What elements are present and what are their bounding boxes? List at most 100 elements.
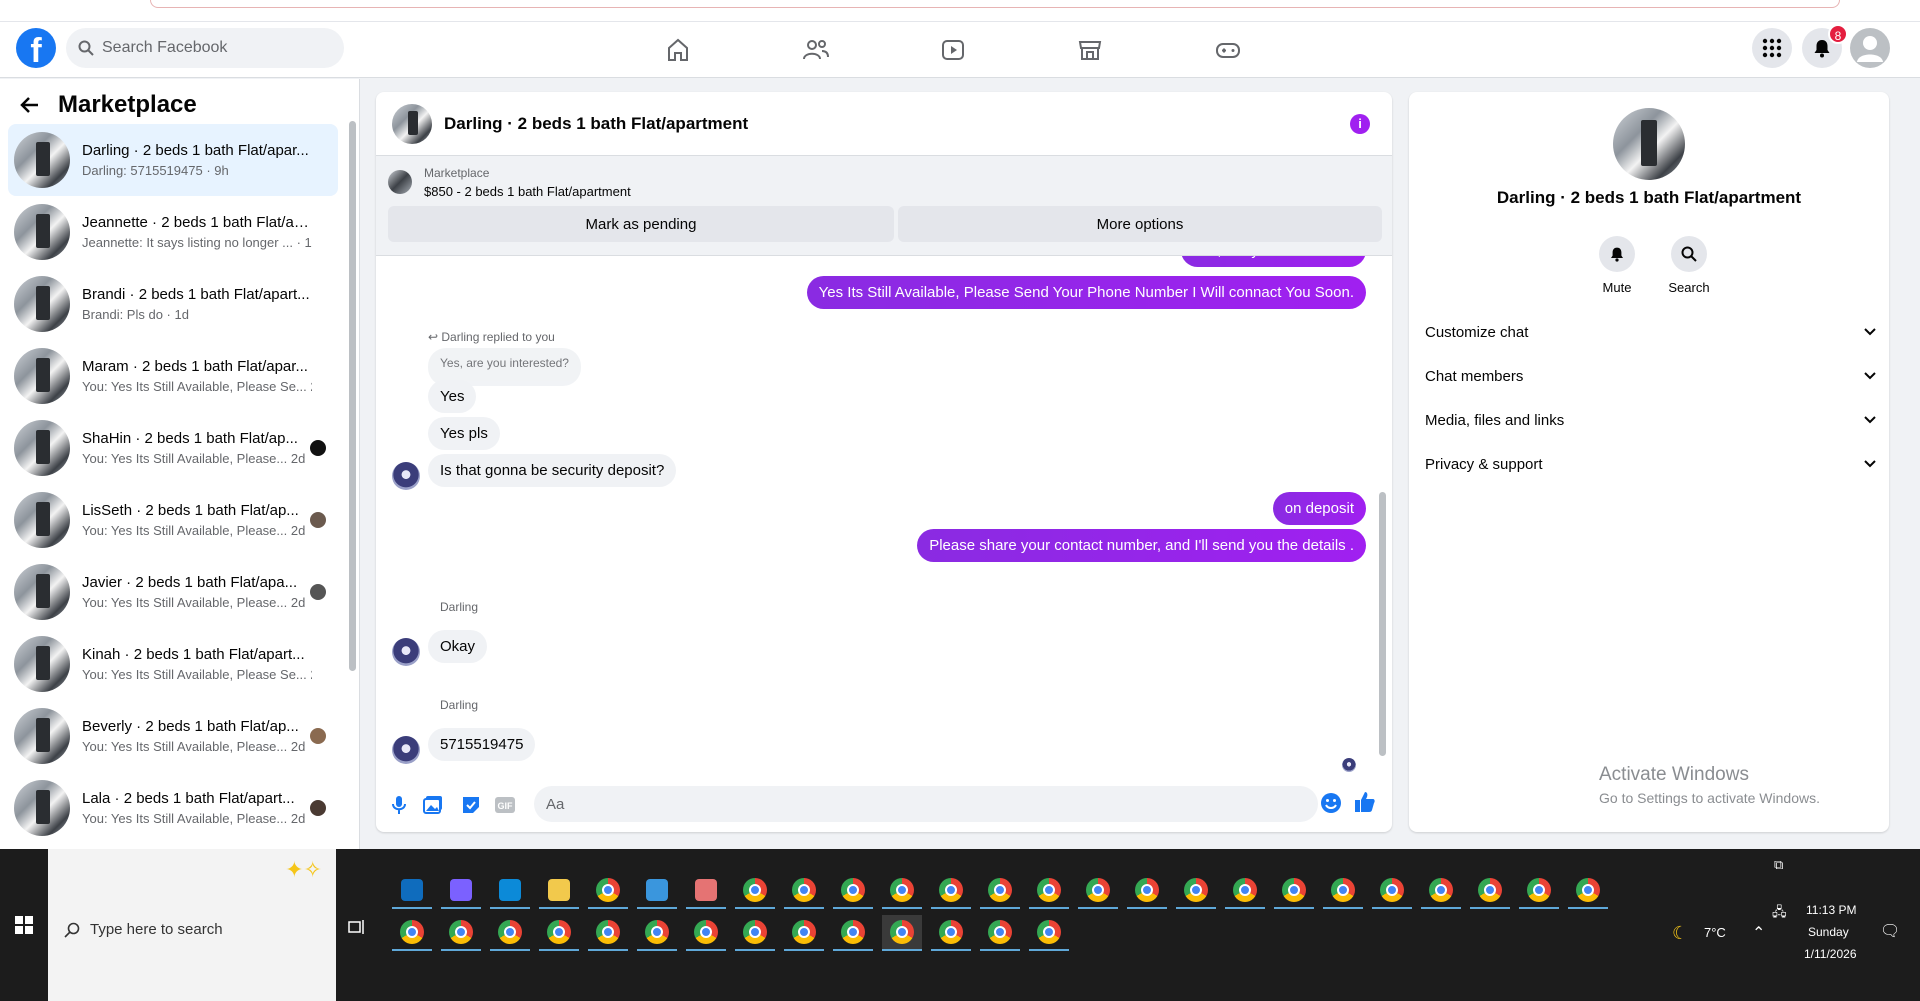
mute-button[interactable]: Mute [1587,236,1647,295]
listing-profile-avatar[interactable] [1613,108,1685,180]
network-icon[interactable]: 🖧 [1772,903,1787,925]
chat-avatar[interactable] [392,103,432,144]
notification-center-icon[interactable]: 🗨 [1880,921,1900,941]
conversation-item[interactable]: Lala · 2 beds 1 bath Flat/apart... You: Y… [8,772,338,844]
chrome-taskbar-icon[interactable] [588,915,628,951]
chrome-taskbar-icon[interactable] [931,915,971,951]
chrome-taskbar-icon[interactable] [1519,873,1559,909]
chrome-taskbar-icon[interactable] [980,915,1020,951]
chrome-taskbar-icon[interactable] [392,915,432,951]
home-icon[interactable] [658,30,698,70]
chrome-taskbar-icon[interactable] [833,915,873,951]
sidebar-scrollbar[interactable] [349,121,356,671]
info-icon[interactable]: i [1350,114,1370,134]
windows-logo-icon [15,916,33,934]
chrome-taskbar-icon[interactable] [1568,873,1608,909]
conversation-item[interactable]: Brandi · 2 beds 1 bath Flat/apart... Bran… [8,268,338,340]
paint-taskbar-icon[interactable] [686,873,726,909]
clock-time[interactable]: 11:13 PM [1806,903,1856,917]
chrome-taskbar-icon[interactable] [931,873,971,909]
seen-avatar [310,800,326,816]
search-in-chat-button[interactable]: Search [1659,236,1719,295]
gif-icon[interactable]: GIF [494,794,516,816]
more-options-button[interactable]: More options [898,206,1382,242]
store-taskbar-icon[interactable] [637,873,677,909]
like-icon[interactable] [1354,791,1376,813]
emoji-icon[interactable] [1320,792,1342,814]
conversation-item[interactable]: Kinah · 2 beds 1 bath Flat/apart... You: … [8,628,338,700]
chrome-taskbar-icon[interactable] [1078,873,1118,909]
chrome-taskbar-icon[interactable] [882,873,922,909]
outlook-taskbar-icon[interactable] [392,873,432,909]
chrome-icon [1331,878,1355,902]
conversation-item[interactable]: Maram · 2 beds 1 bath Flat/apar... You: Y… [8,340,338,412]
weather-temperature[interactable]: 7°C [1704,925,1726,940]
chrome-taskbar-icon[interactable] [1274,873,1314,909]
search-facebook-input[interactable]: Search Facebook [66,28,344,68]
file-explorer-taskbar-icon[interactable] [539,873,579,909]
marketplace-icon[interactable] [1070,30,1110,70]
chrome-taskbar-icon[interactable] [980,873,1020,909]
chrome-taskbar-icon[interactable] [637,915,677,951]
chrome-taskbar-icon[interactable] [784,915,824,951]
chat-members-row[interactable]: Chat members [1425,356,1877,396]
conversation-item[interactable]: Beverly · 2 beds 1 bath Flat/ap... You: Y… [8,700,338,772]
back-arrow-icon[interactable] [20,95,40,115]
task-view-icon[interactable] [348,919,366,940]
conversation-item[interactable]: LisSeth · 2 beds 1 bath Flat/ap... You: Y… [8,484,338,556]
conversation-item[interactable]: ShaHin · 2 beds 1 bath Flat/ap... You: Ye… [8,412,338,484]
edge-icon [499,879,521,901]
chrome-taskbar-icon[interactable] [539,915,579,951]
chrome-taskbar-icon[interactable] [735,915,775,951]
chrome-taskbar-icon[interactable] [833,873,873,909]
chat-title[interactable]: Darling · 2 beds 1 bath Flat/apartment [444,114,748,134]
photo-icon[interactable] [422,794,444,816]
chrome-icon [449,920,473,944]
conversation-item[interactable]: Jeannette · 2 beds 1 bath Flat/ap... Jean… [8,196,338,268]
clock-day[interactable]: Sunday [1808,925,1849,939]
customize-chat-row[interactable]: Customize chat [1425,312,1877,352]
chrome-taskbar-icon[interactable] [686,915,726,951]
facebook-logo[interactable]: f [16,28,56,68]
conversation-item[interactable]: Javier · 2 beds 1 bath Flat/apa... You: Y… [8,556,338,628]
account-avatar[interactable] [1850,28,1890,68]
chrome-taskbar-icon[interactable] [1029,915,1069,951]
tray-device-icon[interactable]: ⧉ [1774,857,1783,873]
video-icon[interactable] [933,30,973,70]
menu-grid-icon[interactable] [1752,28,1792,68]
notifications-button[interactable]: 8 [1802,24,1848,68]
media-files-links-row[interactable]: Media, files and links [1425,400,1877,440]
conversation-item[interactable]: Darling · 2 beds 1 bath Flat/apar... Darl… [8,124,338,196]
chrome-taskbar-icon[interactable] [1176,873,1216,909]
mark-as-pending-button[interactable]: Mark as pending [388,206,894,242]
chrome-taskbar-icon[interactable] [882,915,922,951]
edge-taskbar-icon[interactable] [490,873,530,909]
chrome-taskbar-icon[interactable] [1372,873,1412,909]
listing-avatar [14,420,70,476]
chevron-up-icon[interactable]: ⌃ [1752,923,1765,943]
chrome-taskbar-icon[interactable] [784,873,824,909]
chrome-taskbar-icon[interactable] [1029,873,1069,909]
gaming-icon[interactable] [1208,30,1248,70]
microphone-icon[interactable] [388,794,410,816]
chrome-taskbar-icon[interactable] [588,873,628,909]
privacy-support-row[interactable]: Privacy & support [1425,444,1877,484]
friends-icon[interactable] [796,30,836,70]
copilot-taskbar-icon[interactable] [441,873,481,909]
message-input[interactable]: Aa [534,786,1318,822]
marketplace-label: Marketplace [424,166,490,180]
chrome-taskbar-icon[interactable] [1470,873,1510,909]
clock-date[interactable]: 1/11/2026 [1804,947,1857,961]
chrome-taskbar-icon[interactable] [1421,873,1461,909]
chrome-taskbar-icon[interactable] [441,915,481,951]
chrome-taskbar-icon[interactable] [1323,873,1363,909]
sticker-icon[interactable] [460,794,482,816]
chrome-taskbar-icon[interactable] [1127,873,1167,909]
listing-price-title[interactable]: $850 - 2 beds 1 bath Flat/apartment [424,184,631,199]
taskbar-search-box[interactable]: ✦✧ Type here to search [48,849,336,1001]
chrome-taskbar-icon[interactable] [735,873,775,909]
chat-scrollbar[interactable] [1379,492,1386,756]
chrome-taskbar-icon[interactable] [490,915,530,951]
chrome-taskbar-icon[interactable] [1225,873,1265,909]
start-button[interactable] [0,849,48,1001]
